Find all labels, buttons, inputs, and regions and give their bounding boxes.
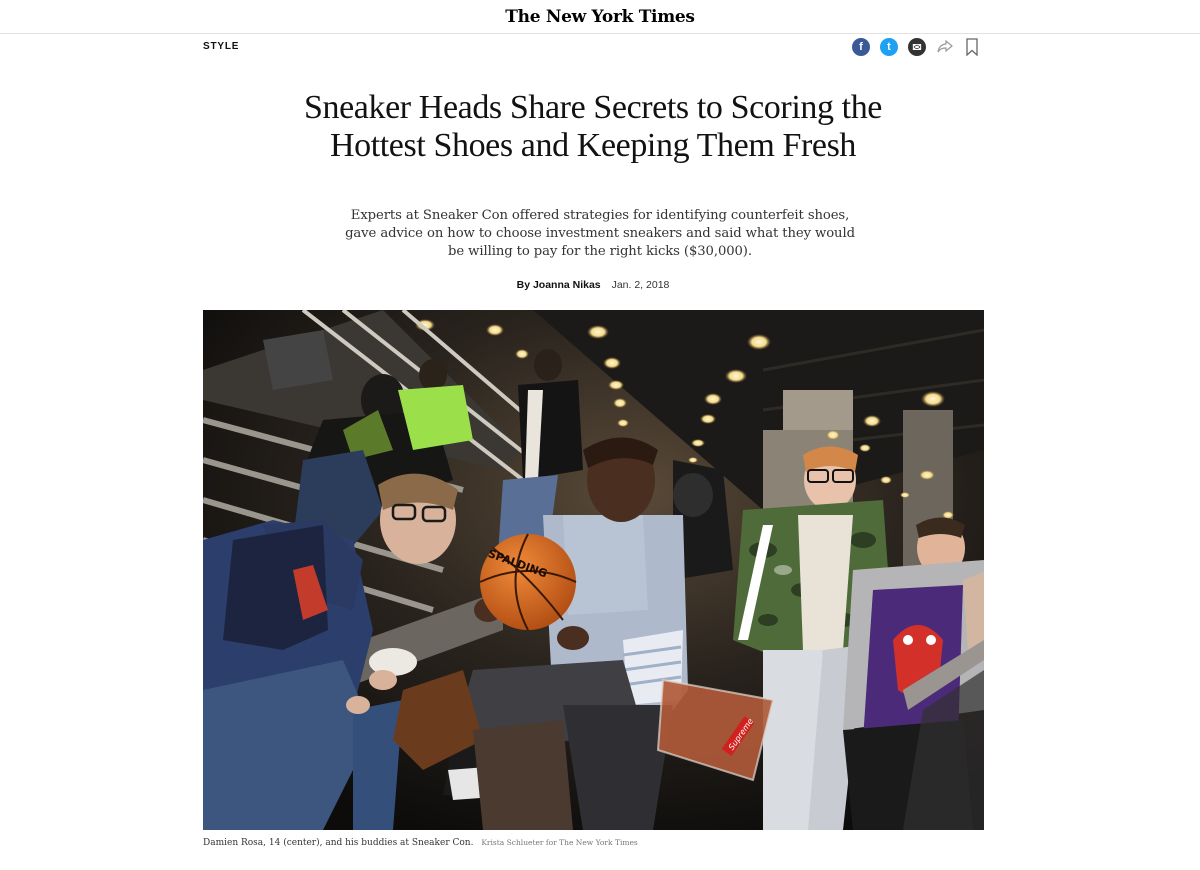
photo-credit: Krista Schlueter for The New York Times: [481, 838, 638, 847]
article-headline: Sneaker Heads Share Secrets to Scoring t…: [303, 89, 883, 164]
byline-row: By Joanna Nikas Jan. 2, 2018: [300, 279, 886, 291]
share-arrow-icon[interactable]: [936, 38, 954, 56]
byline-author[interactable]: By Joanna Nikas: [517, 279, 601, 291]
nyt-logo[interactable]: The New York Times: [505, 7, 695, 27]
bookmark-icon[interactable]: [966, 38, 978, 56]
twitter-icon[interactable]: t: [880, 38, 898, 56]
article-summary: Experts at Sneaker Con offered strategie…: [345, 208, 855, 259]
share-tools: f t ✉: [852, 37, 978, 57]
masthead: The New York Times: [0, 0, 1200, 34]
photo-caption-row: Damien Rosa, 14 (center), and his buddie…: [203, 838, 984, 848]
email-icon[interactable]: ✉: [908, 38, 926, 56]
photo-caption: Damien Rosa, 14 (center), and his buddie…: [203, 838, 474, 848]
lead-photo-illustration: SPALDING Supreme: [203, 310, 984, 830]
lead-photo[interactable]: SPALDING Supreme: [203, 310, 984, 830]
facebook-icon[interactable]: f: [852, 38, 870, 56]
publish-date: Jan. 2, 2018: [611, 279, 670, 291]
section-label-style[interactable]: STYLE: [203, 41, 239, 52]
